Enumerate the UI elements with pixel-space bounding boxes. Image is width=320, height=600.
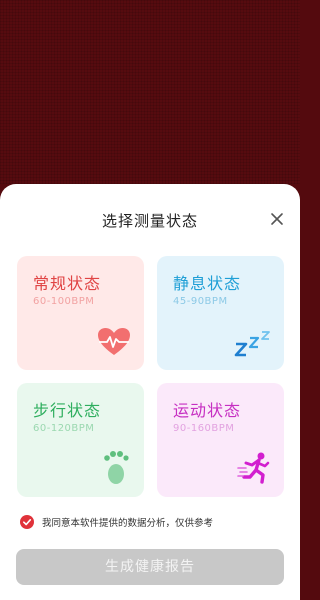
agreement-text: 我同意本软件提供的数据分析，仅供参考 <box>42 518 214 529</box>
state-range: 60-120BPM <box>33 423 95 434</box>
state-card-normal[interactable]: 常规状态 60-100BPM <box>17 256 144 370</box>
state-range: 45-90BPM <box>173 296 228 307</box>
running-icon <box>237 452 270 484</box>
footprint-icon <box>104 451 129 484</box>
state-name: 常规状态 <box>33 274 102 293</box>
heart-pulse-icon <box>98 328 130 355</box>
state-name: 静息状态 <box>173 274 242 293</box>
background-overlay[interactable] <box>0 0 300 184</box>
state-card-rest[interactable]: 静息状态 45-90BPM <box>157 256 284 370</box>
state-range: 60-100BPM <box>33 296 95 307</box>
state-name: 步行状态 <box>33 401 102 420</box>
close-icon[interactable] <box>268 210 286 228</box>
checkbox-checked-icon[interactable] <box>20 515 34 529</box>
generate-report-button[interactable]: 生成健康报告 <box>16 549 284 585</box>
state-name: 运动状态 <box>173 401 242 420</box>
state-card-walk[interactable]: 步行状态 60-120BPM <box>17 383 144 497</box>
state-card-exercise[interactable]: 运动状态 90-160BPM <box>157 383 284 497</box>
sheet-title: 选择测量状态 <box>101 212 198 230</box>
sleep-zzz-icon <box>234 331 270 357</box>
state-range: 90-160BPM <box>173 423 235 434</box>
